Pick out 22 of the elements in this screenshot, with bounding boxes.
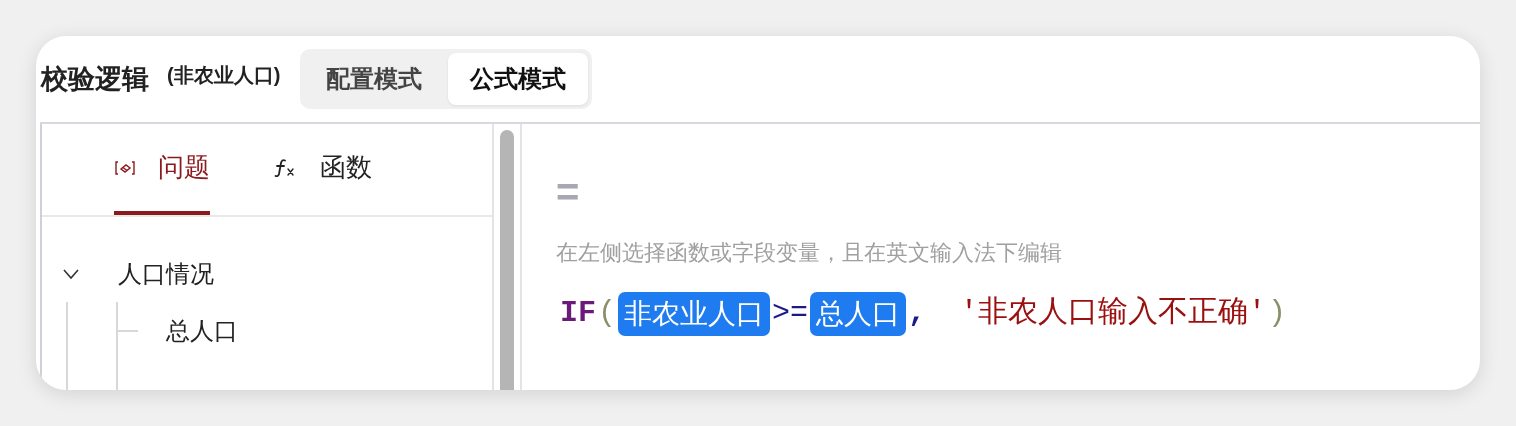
string-literal: '非农人口输入不正确' [960,295,1267,332]
tree-item[interactable]: 人口情况 [118,255,214,292]
chevron-down-icon[interactable] [62,267,80,280]
mode-tab[interactable]: 公式模式 [448,53,589,105]
dialog-title: 校验逻辑 [41,62,149,96]
scrollbar-thumb[interactable] [500,130,514,390]
function-name: IF [560,295,596,332]
panel-tab[interactable]: 问题 [114,124,210,215]
dialog-subtitle: (非农业人口) [167,63,281,88]
operator: >= [772,295,809,332]
tree-item[interactable]: 总人口 [166,312,238,349]
editor-hint: 在左侧选择函数或字段变量，且在英文输入法下编辑 [556,239,1063,267]
bracket-tag-icon [114,159,136,176]
formula-editor[interactable]: IF( 非农业人口 >= 总人口 , '非农人口输入不正确') [556,291,1480,336]
panel-tab[interactable]: 函数 [274,124,372,215]
mode-tab[interactable]: 配置模式 [304,53,445,105]
field-chip[interactable]: 非农业人口 [618,291,771,336]
comma: , [908,295,927,332]
parenthesis: ( [598,295,617,332]
field-chip[interactable]: 总人口 [810,291,907,336]
parenthesis: ) [1268,295,1287,332]
equals-sign: = [556,169,581,216]
